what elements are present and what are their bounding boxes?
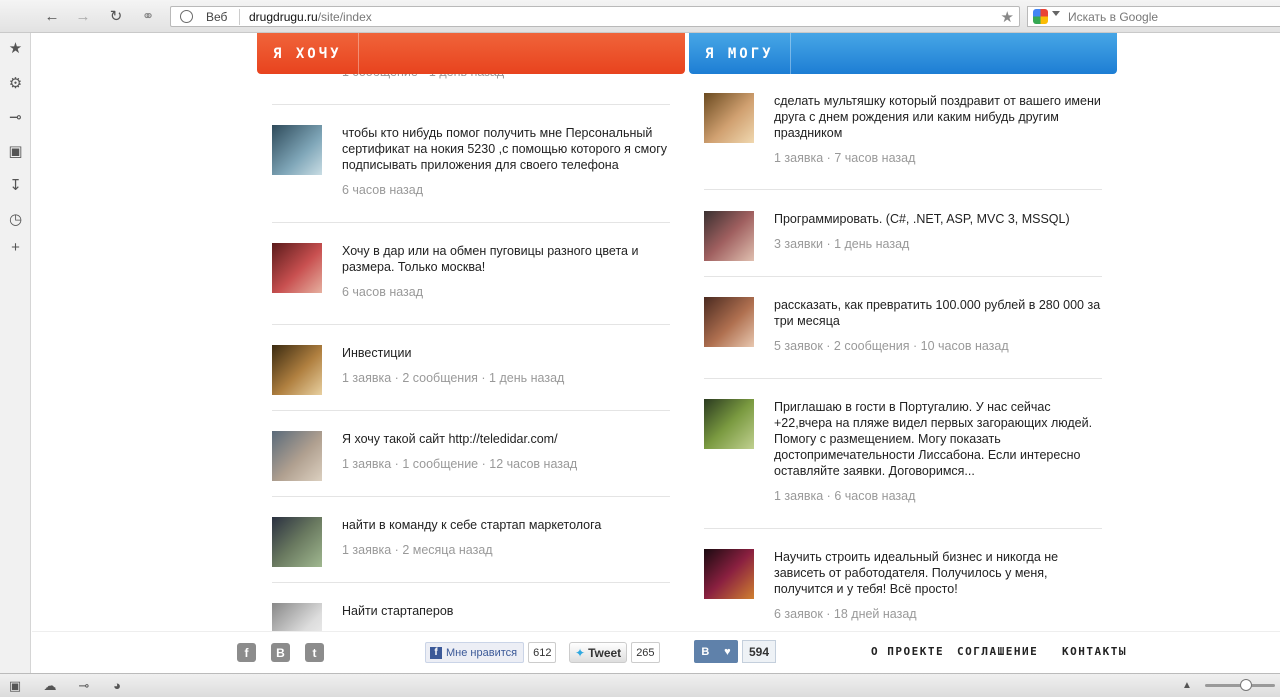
url-text[interactable]: drugdrugu.ru/site/index xyxy=(249,10,372,24)
fb-like-count: 612 xyxy=(528,642,557,663)
item-meta: 5 заявок · 2 сообщения · 10 часов назад xyxy=(774,339,1009,353)
item-meta: 1 заявка · 7 часов назад xyxy=(774,151,916,165)
item-meta: 6 часов назад xyxy=(342,285,424,299)
key-icon[interactable]: ⚭ xyxy=(137,6,159,26)
forward-arrow-icon[interactable]: → xyxy=(72,6,94,26)
can-title: Я МОГУ xyxy=(705,46,774,62)
heart-icon: ♥ xyxy=(724,645,731,658)
item-text[interactable]: Найти стартаперов xyxy=(342,603,670,619)
item-text[interactable]: Научить строить идеальный бизнес и никог… xyxy=(774,549,1102,597)
tweet-widget: ✦ Tweet 265 xyxy=(569,642,660,663)
twitter-bird-icon: ✦ xyxy=(575,645,586,660)
item-meta: 6 заявок · 18 дней назад xyxy=(774,607,917,621)
search-bar[interactable]: Искать в Google xyxy=(1027,6,1280,27)
facebook-icon[interactable]: f xyxy=(237,643,256,662)
site-footer: f B t f Мне нравится 612 ✦ Tweet 265 В ♥… xyxy=(32,631,1280,673)
twitter-icon[interactable]: t xyxy=(305,643,324,662)
item-meta: 1 заявка · 6 часов назад xyxy=(774,489,916,503)
item-meta: 1 заявка · 2 сообщения · 1 день назад xyxy=(342,371,565,385)
item-meta: 1 заявка · 1 сообщение · 12 часов назад xyxy=(342,457,578,471)
item-meta: 6 часов назад xyxy=(342,183,424,197)
browser-toolbar: ← → ↻ ⚭ Веб drugdrugu.ru/site/index ★ Ис… xyxy=(0,0,1280,33)
item-text[interactable]: рассказать, как превратить 100.000 рубле… xyxy=(774,297,1102,329)
avatar[interactable] xyxy=(272,125,322,175)
item-text[interactable]: Инвестиции xyxy=(342,345,670,361)
gear-icon[interactable]: ⚙ xyxy=(6,73,25,92)
vk-like-button[interactable]: В ♥ xyxy=(694,640,738,663)
search-placeholder: Искать в Google xyxy=(1068,10,1159,24)
back-arrow-icon[interactable]: ← xyxy=(41,6,63,26)
want-header[interactable]: Я ХОЧУ xyxy=(257,33,685,74)
avatar[interactable] xyxy=(272,243,322,293)
panel-toggle-icon[interactable]: ▣ xyxy=(6,677,24,694)
avatar[interactable] xyxy=(272,517,322,567)
facebook-icon: f xyxy=(430,646,442,659)
google-icon[interactable] xyxy=(1033,9,1048,24)
item-text[interactable]: сделать мультяшку который поздравит от в… xyxy=(774,93,1102,141)
contacts-link[interactable]: КОНТАКТЫ xyxy=(1062,645,1127,658)
fb-like-widget: f Мне нравится 612 xyxy=(425,642,557,663)
avatar[interactable] xyxy=(272,431,322,481)
tweet-count: 265 xyxy=(631,642,660,663)
item-text[interactable]: Программировать. (C#, .NET, ASP, MVC 3, … xyxy=(774,211,1102,227)
avatar[interactable] xyxy=(704,211,754,261)
share-icon[interactable]: ⊸ xyxy=(75,677,93,694)
zoom-slider-handle[interactable] xyxy=(1240,679,1252,691)
add-icon[interactable]: + xyxy=(6,238,25,257)
address-bar[interactable]: Веб drugdrugu.ru/site/index ★ xyxy=(170,6,1020,27)
about-link[interactable]: О ПРОЕКТЕ xyxy=(871,645,944,658)
agreement-link[interactable]: СОГЛАШЕНИЕ xyxy=(957,645,1038,658)
avatar[interactable] xyxy=(704,549,754,599)
browser-statusbar: ▣ ☁ ⊸ ◕ ▲ xyxy=(0,673,1280,697)
item-text[interactable]: найти в команду к себе стартап маркетоло… xyxy=(342,517,670,533)
speedometer-icon[interactable]: ◕ xyxy=(108,677,126,694)
tweet-button[interactable]: ✦ Tweet xyxy=(569,642,628,663)
avatar[interactable] xyxy=(704,297,754,347)
item-text[interactable]: чтобы кто нибудь помог получить мне Перс… xyxy=(342,125,670,173)
globe-icon xyxy=(180,10,193,23)
item-text[interactable]: Хочу в дар или на обмен пуговицы разного… xyxy=(342,243,670,275)
share-icon[interactable]: ⊸ xyxy=(6,107,25,126)
avatar[interactable] xyxy=(704,93,754,143)
reload-icon[interactable]: ↻ xyxy=(105,6,127,26)
chevron-down-icon[interactable] xyxy=(1052,11,1060,16)
avatar[interactable] xyxy=(272,345,322,395)
item-meta: 1 заявка · 2 месяца назад xyxy=(342,543,493,557)
avatar[interactable] xyxy=(704,399,754,449)
vkontakte-icon[interactable]: B xyxy=(271,643,290,662)
fb-like-button[interactable]: f Мне нравится xyxy=(425,642,525,663)
zoom-up-icon[interactable]: ▲ xyxy=(1178,677,1196,694)
avatar[interactable] xyxy=(272,603,322,631)
vk-like-count: 594 xyxy=(742,640,777,663)
cloud-icon[interactable]: ☁ xyxy=(41,677,59,694)
item-text[interactable]: Приглашаю в гости в Португалию. У нас се… xyxy=(774,399,1102,479)
notes-icon[interactable]: ▣ xyxy=(6,141,25,160)
browser-sidebar: ★ ⚙ ⊸ ▣ ↧ ◷ + xyxy=(0,33,31,673)
want-title: Я ХОЧУ xyxy=(273,46,342,62)
star-icon[interactable]: ★ xyxy=(6,38,25,57)
item-meta: 3 заявки · 1 день назад xyxy=(774,237,910,251)
download-icon[interactable]: ↧ xyxy=(6,175,25,194)
page-content: 1 сообщение · 1 день назад чтобы кто ниб… xyxy=(32,33,1280,631)
vk-like-widget: В ♥ 594 xyxy=(694,640,777,663)
can-header[interactable]: Я МОГУ xyxy=(689,33,1117,74)
history-clock-icon[interactable]: ◷ xyxy=(6,209,25,228)
item-text[interactable]: Я хочу такой сайт http://teledidar.com/ xyxy=(342,431,670,447)
bookmark-star-icon[interactable]: ★ xyxy=(1001,8,1014,26)
url-label: Веб xyxy=(206,10,228,24)
